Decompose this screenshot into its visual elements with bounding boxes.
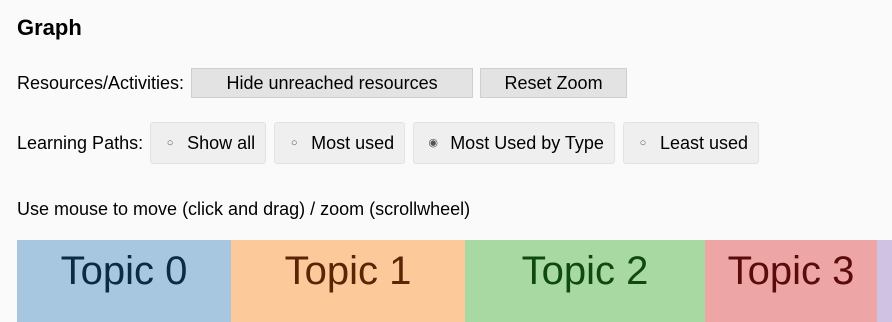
radio-unselected-icon: ○	[290, 136, 298, 149]
topic-column[interactable]: Topic 0	[17, 240, 231, 322]
learning-paths-label: Learning Paths:	[17, 132, 144, 153]
topic-label: Topic 3	[727, 249, 855, 293]
topic-label: Topic 1	[284, 249, 412, 293]
topic-column[interactable]: Topic 3	[705, 240, 877, 322]
resources-controls: Resources/Activities: Hide unreached res…	[17, 68, 634, 98]
learning-paths-controls: Learning Paths: ○ Show all ○ Most used ◉…	[17, 122, 767, 164]
path-option-most-used[interactable]: ○ Most used	[274, 122, 406, 164]
hide-unreached-resources-button[interactable]: Hide unreached resources	[191, 68, 474, 98]
path-option-most-used-by-type[interactable]: ◉ Most Used by Type	[413, 122, 615, 164]
graph-canvas[interactable]: Topic 0 Topic 1 Topic 2 Topic 3	[17, 240, 892, 322]
reset-zoom-button[interactable]: Reset Zoom	[480, 68, 628, 98]
page-title: Graph	[17, 15, 82, 40]
radio-unselected-icon: ○	[639, 136, 647, 149]
topic-column[interactable]: Topic 2	[465, 240, 705, 322]
path-option-show-all[interactable]: ○ Show all	[150, 122, 267, 164]
path-option-label: Most used	[311, 132, 395, 153]
usage-hint: Use mouse to move (click and drag) / zoo…	[17, 199, 471, 219]
radio-unselected-icon: ○	[166, 136, 174, 149]
radio-selected-icon: ◉	[428, 136, 438, 149]
path-option-label: Show all	[187, 132, 256, 153]
topic-label: Topic 0	[60, 249, 188, 293]
topic-column[interactable]	[877, 240, 892, 322]
path-option-label: Least used	[659, 132, 749, 153]
path-option-least-used[interactable]: ○ Least used	[622, 122, 760, 164]
path-option-label: Most Used by Type	[450, 132, 604, 153]
topic-column[interactable]: Topic 1	[231, 240, 465, 322]
graph-panel: Graph Resources/Activities: Hide unreach…	[0, 0, 892, 322]
topic-label: Topic 2	[521, 249, 649, 293]
resources-label: Resources/Activities:	[17, 72, 185, 93]
